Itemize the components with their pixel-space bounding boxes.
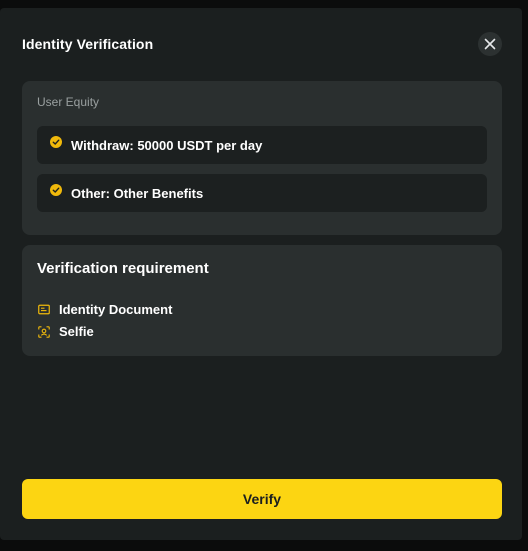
user-equity-card: User Equity Withdraw: 50000 USDT per day… — [22, 81, 502, 235]
benefit-withdraw: Withdraw: 50000 USDT per day — [37, 126, 487, 164]
verification-requirement-card: Verification requirement Identity Docume… — [22, 245, 502, 356]
dialog-title: Identity Verification — [22, 36, 154, 52]
benefit-text: Other: Other Benefits — [71, 185, 204, 201]
id-card-icon — [37, 303, 50, 316]
requirement-selfie: Selfie — [37, 324, 94, 339]
requirement-identity-document: Identity Document — [37, 302, 172, 317]
benefit-other: Other: Other Benefits — [37, 174, 487, 212]
face-scan-icon — [37, 325, 50, 338]
close-button[interactable] — [478, 32, 502, 56]
verify-button[interactable]: Verify — [22, 479, 502, 519]
requirement-title: Verification requirement — [37, 260, 209, 277]
requirement-label: Identity Document — [59, 302, 173, 317]
requirement-label: Selfie — [59, 324, 94, 339]
benefit-text: Withdraw: 50000 USDT per day — [71, 137, 263, 153]
check-circle-icon — [50, 184, 62, 196]
dialog-header: Identity Verification — [22, 30, 502, 58]
close-icon — [484, 38, 496, 50]
identity-verification-dialog: Identity Verification User Equity Withdr… — [0, 8, 522, 540]
user-equity-label: User Equity — [37, 95, 100, 109]
check-circle-icon — [50, 136, 62, 148]
